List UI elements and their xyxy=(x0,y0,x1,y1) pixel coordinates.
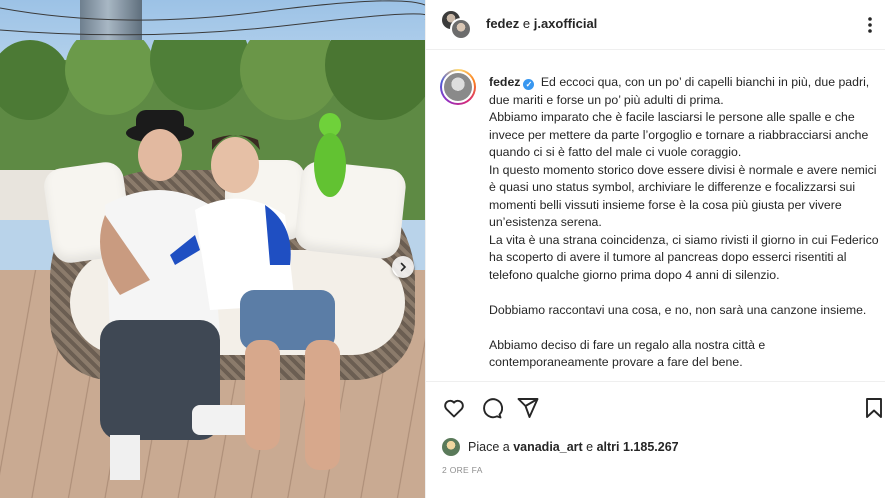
caption-scroll-area[interactable]: fedez ✓ Ed eccoci qua, con un po’ di cape… xyxy=(426,51,885,381)
post-actions-bar xyxy=(426,381,885,433)
paper-plane-icon xyxy=(517,398,539,418)
caption-line-1: Ed eccoci qua, con un po’ di capelli bia… xyxy=(489,75,870,107)
heart-icon xyxy=(444,399,464,418)
caption-author-avatar[interactable] xyxy=(440,69,476,105)
post-caption: fedez ✓ Ed eccoci qua, con un po’ di cape… xyxy=(489,74,879,372)
post-timestamp[interactable]: 2 ORE FA xyxy=(442,465,483,475)
caption-line-2: Abbiamo imparato che è facile lasciarsi … xyxy=(489,110,869,159)
comment-icon xyxy=(483,398,504,419)
post-photo[interactable] xyxy=(0,0,425,498)
caption-line-8: Abbiamo deciso di fare un regalo alla no… xyxy=(489,337,766,370)
caption-line-3: In questo momento storico dove essere di… xyxy=(489,162,877,230)
verified-badge-icon: ✓ xyxy=(523,79,535,90)
collab-avatars[interactable] xyxy=(440,9,474,41)
like-button[interactable] xyxy=(442,396,466,420)
photo-people xyxy=(100,110,340,480)
save-button[interactable] xyxy=(862,396,885,420)
header-username-2[interactable]: j.axofficial xyxy=(534,16,598,31)
liker-avatar[interactable] xyxy=(442,438,460,456)
post-header-title: fedez e j.axofficial xyxy=(486,16,597,31)
likes-count[interactable]: altri 1.185.267 xyxy=(597,440,679,454)
share-button[interactable] xyxy=(516,396,540,420)
bookmark-icon xyxy=(866,398,882,418)
post-side-panel: fedez e j.axofficial fedez ✓ Ed eccoci qu… xyxy=(425,0,885,498)
chevron-right-icon xyxy=(400,262,407,272)
comment-button[interactable] xyxy=(479,396,504,420)
likes-prefix: Piace a xyxy=(468,440,510,454)
likes-summary[interactable]: Piace a vanadia_art e altri 1.185.267 xyxy=(442,437,679,457)
header-username-1[interactable]: fedez xyxy=(486,16,519,31)
liker-username[interactable]: vanadia_art xyxy=(513,440,582,454)
header-connector: e xyxy=(522,16,531,31)
next-image-button[interactable] xyxy=(392,256,414,278)
likes-connector: e xyxy=(586,440,594,454)
post-header: fedez e j.axofficial xyxy=(426,0,885,50)
avatar-jax xyxy=(450,18,472,40)
caption-username[interactable]: fedez xyxy=(489,75,520,89)
caption-line-6: Dobbiamo raccontavi una cosa, e no, non … xyxy=(489,302,867,317)
more-vertical-icon xyxy=(868,17,872,33)
caption-line-4: La vita è una strana coincidenza, ci sia… xyxy=(489,232,879,282)
more-options-button[interactable] xyxy=(862,14,878,36)
